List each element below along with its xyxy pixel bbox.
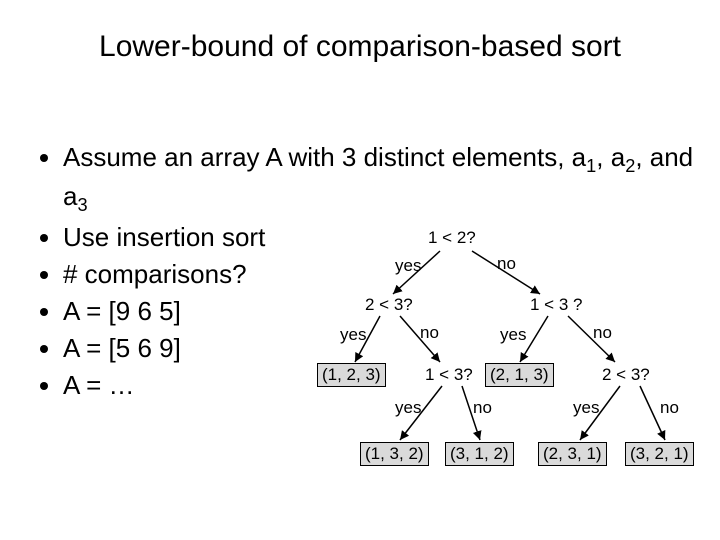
sub-3: 3 [77, 195, 87, 215]
bullet-6: A = … [63, 368, 695, 403]
bullet-4: A = [9 6 5] [63, 294, 695, 329]
bullet-3: # comparisons? [63, 257, 695, 292]
bullet-1-m1: , a [596, 142, 625, 172]
leaf-312: (3, 1, 2) [445, 442, 514, 466]
slide-title: Lower-bound of comparison-based sort [0, 30, 720, 64]
slide: Lower-bound of comparison-based sort Ass… [0, 0, 720, 540]
bullet-1: Assume an array A with 3 distinct elemen… [63, 140, 695, 218]
bullet-5: A = [5 6 9] [63, 331, 695, 366]
leaf-231: (2, 3, 1) [538, 442, 607, 466]
bullet-list: Assume an array A with 3 distinct elemen… [35, 140, 695, 405]
sub-2: 2 [625, 156, 635, 176]
sub-1: 1 [586, 156, 596, 176]
leaf-321: (3, 2, 1) [625, 442, 694, 466]
bullet-1-text: Assume an array A with 3 distinct elemen… [63, 142, 586, 172]
leaf-132: (1, 3, 2) [360, 442, 429, 466]
bullet-2: Use insertion sort [63, 220, 695, 255]
